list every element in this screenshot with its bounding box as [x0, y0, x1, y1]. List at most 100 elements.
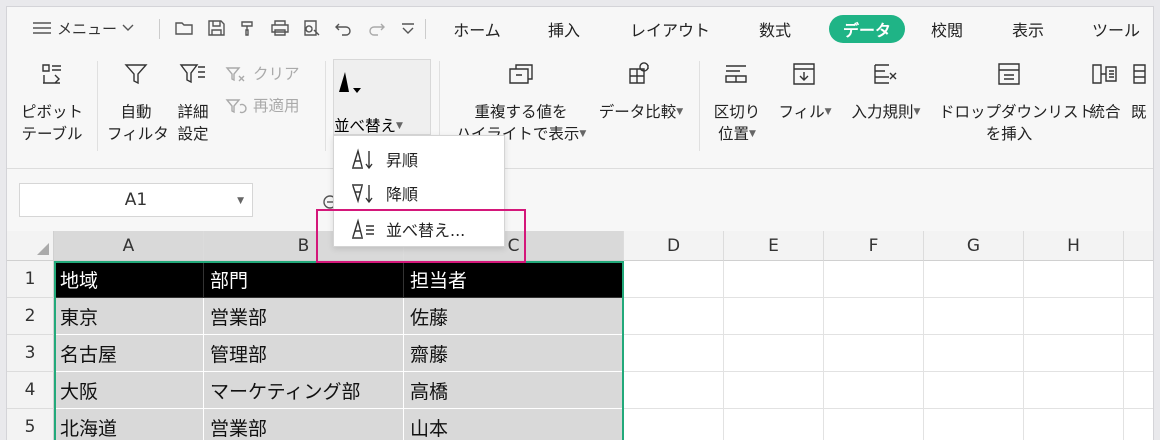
dropdown-list-icon	[998, 63, 1020, 85]
reapply-filter-button[interactable]: 再適用	[225, 95, 300, 117]
empty-cell[interactable]	[824, 372, 924, 409]
tab-insert[interactable]: 挿入	[535, 15, 593, 43]
fill-button[interactable]: フィル▼	[773, 61, 837, 123]
select-all-corner[interactable]	[7, 231, 54, 261]
tab-view[interactable]: 表示	[1003, 15, 1053, 43]
empty-cell[interactable]	[1024, 409, 1124, 440]
data-validation-button[interactable]: 入力規則▼	[841, 61, 931, 123]
cell-a3[interactable]: 名古屋	[54, 335, 204, 372]
empty-cell[interactable]	[924, 409, 1024, 440]
empty-cell[interactable]	[924, 335, 1024, 372]
empty-cell[interactable]	[1124, 409, 1153, 440]
cell-b3[interactable]: 管理部	[204, 335, 404, 372]
empty-cell[interactable]	[724, 372, 824, 409]
column-header-e[interactable]: E	[724, 231, 824, 261]
dropdown-list-label-2: を挿入	[985, 125, 1033, 143]
tab-review[interactable]: 校閲	[923, 15, 971, 43]
partial-ribbon-button[interactable]: 既	[1131, 61, 1153, 123]
empty-cell[interactable]	[924, 298, 1024, 335]
autofilter-button[interactable]: 自動 フィルタ	[107, 61, 169, 145]
cell-c2[interactable]: 佐藤	[404, 298, 624, 335]
clear-filter-button[interactable]: クリア	[225, 63, 300, 85]
reapply-label: 再適用	[253, 97, 300, 115]
column-header-d[interactable]: D	[624, 231, 724, 261]
row-header-5[interactable]: 5	[7, 409, 54, 440]
cell-b1[interactable]: 部門	[204, 261, 404, 298]
tab-data[interactable]: データ	[829, 15, 905, 43]
text-to-columns-button[interactable]: 区切り 位置▼	[709, 61, 765, 145]
row-header-3[interactable]: 3	[7, 335, 54, 372]
empty-cell[interactable]	[624, 335, 724, 372]
empty-cell[interactable]	[824, 261, 924, 298]
empty-cell[interactable]	[924, 261, 1024, 298]
pivot-table-button[interactable]: ピボット テーブル	[17, 61, 87, 145]
tab-tools[interactable]: ツール	[1083, 15, 1149, 43]
insert-dropdown-list-button[interactable]: ドロップダウンリスト を挿入	[939, 61, 1094, 145]
cell-b4[interactable]: マーケティング部	[204, 372, 404, 409]
print-button[interactable]	[269, 16, 291, 40]
empty-cell[interactable]	[624, 372, 724, 409]
compare-data-icon	[629, 62, 649, 84]
cell-a5[interactable]: 北海道	[54, 409, 204, 440]
tab-layout[interactable]: レイアウト	[621, 15, 719, 43]
consolidate-button[interactable]: 統合	[1085, 61, 1125, 123]
empty-cell[interactable]	[1124, 298, 1153, 335]
cell-c3[interactable]: 齋藤	[404, 335, 624, 372]
cell-b2[interactable]: 営業部	[204, 298, 404, 335]
row-header-2[interactable]: 2	[7, 298, 54, 335]
empty-cell[interactable]	[1024, 261, 1124, 298]
undo-button[interactable]	[333, 16, 355, 40]
column-header-f[interactable]: F	[824, 231, 924, 261]
empty-cell[interactable]	[1124, 372, 1153, 409]
customize-toolbar-button[interactable]	[399, 16, 417, 40]
cell-a1[interactable]: 地域	[54, 261, 204, 298]
empty-cell[interactable]	[1124, 335, 1153, 372]
name-box[interactable]: A1 ▼	[19, 183, 253, 217]
custom-sort-item[interactable]: 並べ替え...	[334, 212, 504, 246]
fill-label: フィル	[778, 103, 825, 121]
cell-b5[interactable]: 営業部	[204, 409, 404, 440]
empty-cell[interactable]	[624, 409, 724, 440]
save-button[interactable]	[205, 16, 227, 40]
column-header-a[interactable]: A	[54, 231, 204, 261]
empty-cell[interactable]	[1024, 298, 1124, 335]
sort-button[interactable]: 並べ替え▼	[333, 59, 431, 135]
cell-c4[interactable]: 高橋	[404, 372, 624, 409]
empty-cell[interactable]	[624, 298, 724, 335]
chevron-down-icon[interactable]: ▼	[237, 196, 244, 206]
empty-cell[interactable]	[724, 298, 824, 335]
empty-cell[interactable]	[924, 372, 1024, 409]
empty-cell[interactable]	[724, 335, 824, 372]
row-header-1[interactable]: 1	[7, 261, 54, 298]
empty-cell[interactable]	[824, 335, 924, 372]
empty-cell[interactable]	[1024, 372, 1124, 409]
empty-cell[interactable]	[724, 409, 824, 440]
column-header-g[interactable]: G	[924, 231, 1024, 261]
sort-descending-item[interactable]: 降順	[334, 176, 504, 210]
cell-a2[interactable]: 東京	[54, 298, 204, 335]
compare-data-button[interactable]: データ比較▼	[591, 61, 691, 123]
empty-cell[interactable]	[824, 298, 924, 335]
empty-cell[interactable]	[824, 409, 924, 440]
cell-a4[interactable]: 大阪	[54, 372, 204, 409]
open-button[interactable]	[173, 16, 195, 40]
empty-cell[interactable]	[624, 261, 724, 298]
tab-formulas[interactable]: 数式	[747, 15, 803, 43]
divider	[97, 61, 98, 151]
print-preview-button[interactable]	[301, 16, 323, 40]
cell-c1[interactable]: 担当者	[404, 261, 624, 298]
empty-cell[interactable]	[1024, 335, 1124, 372]
cell-c5[interactable]: 山本	[404, 409, 624, 440]
format-painter-button[interactable]	[237, 16, 259, 40]
column-header-h[interactable]: H	[1024, 231, 1124, 261]
menu-button[interactable]: メニュー	[31, 16, 135, 40]
redo-button[interactable]	[365, 16, 387, 40]
column-header-next[interactable]	[1124, 231, 1153, 261]
highlight-duplicates-button[interactable]: 重複する値を ハイライトで表示▼	[451, 61, 591, 145]
row-header-4[interactable]: 4	[7, 372, 54, 409]
tab-home[interactable]: ホーム	[439, 15, 515, 43]
empty-cell[interactable]	[724, 261, 824, 298]
advanced-filter-button[interactable]: 詳細 設定	[169, 61, 217, 145]
sort-ascending-item[interactable]: 昇順	[334, 142, 504, 176]
empty-cell[interactable]	[1124, 261, 1153, 298]
